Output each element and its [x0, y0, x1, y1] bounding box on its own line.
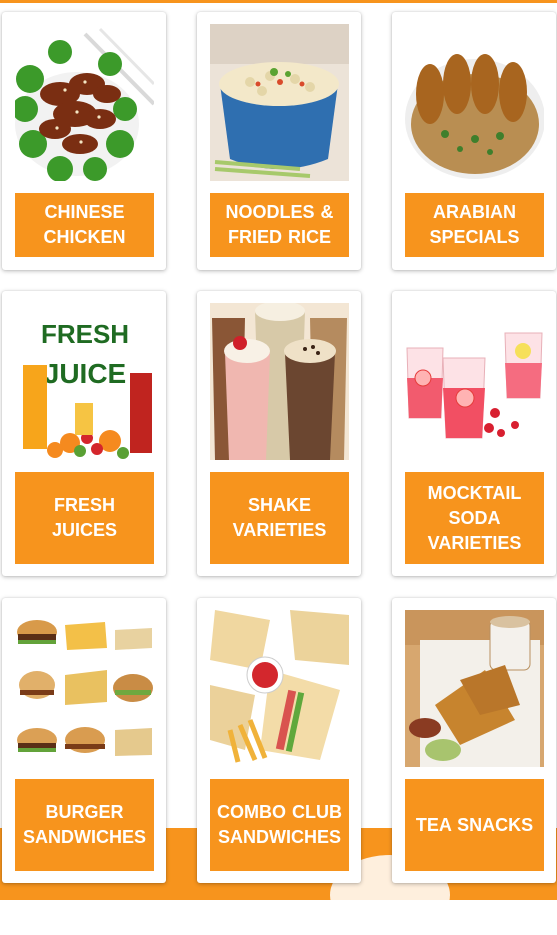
chinese-chicken-image: [15, 24, 154, 181]
category-card-combo-club-sandwiches[interactable]: COMBO CLUB SANDWICHES: [197, 598, 361, 883]
category-card-arabian-specials[interactable]: ARABIAN SPECIALS: [392, 12, 556, 270]
category-label: MOCKTAIL SODA VARIETIES: [405, 472, 544, 564]
category-card-burger-sandwiches[interactable]: BURGER SANDWICHES: [2, 598, 166, 883]
fresh-juice-title-2: JUICE: [44, 358, 126, 389]
tea-snacks-image: [405, 610, 544, 767]
category-label: BURGER SANDWICHES: [15, 779, 154, 871]
mocktail-soda-image: [405, 303, 544, 460]
category-card-tea-snacks[interactable]: TEA SNACKS: [392, 598, 556, 883]
category-label: SHAKE VARIETIES: [210, 472, 349, 564]
category-card-mocktail-soda[interactable]: MOCKTAIL SODA VARIETIES: [392, 291, 556, 576]
category-card-fresh-juices[interactable]: FRESH JUICE FRESH JUICES: [2, 291, 166, 576]
category-label: TEA SNACKS: [405, 779, 544, 871]
category-label: FRESH JUICES: [15, 472, 154, 564]
top-accent-bar: [0, 0, 557, 3]
arabian-specials-image: [405, 24, 544, 181]
category-card-chinese-chicken[interactable]: CHINESE CHICKEN: [2, 12, 166, 270]
burger-sandwiches-image: [15, 610, 154, 767]
shakes-image: [210, 303, 349, 460]
fresh-juice-image: FRESH JUICE: [15, 303, 154, 460]
category-label: CHINESE CHICKEN: [15, 193, 154, 257]
category-label: NOODLES & FRIED RICE: [210, 193, 349, 257]
fresh-juice-title-1: FRESH: [41, 319, 129, 349]
category-card-noodles-fried-rice[interactable]: NOODLES & FRIED RICE: [197, 12, 361, 270]
category-label: ARABIAN SPECIALS: [405, 193, 544, 257]
category-label: COMBO CLUB SANDWICHES: [210, 779, 349, 871]
noodles-fried-rice-image: [210, 24, 349, 181]
category-card-shake-varieties[interactable]: SHAKE VARIETIES: [197, 291, 361, 576]
club-sandwiches-image: [210, 610, 349, 767]
